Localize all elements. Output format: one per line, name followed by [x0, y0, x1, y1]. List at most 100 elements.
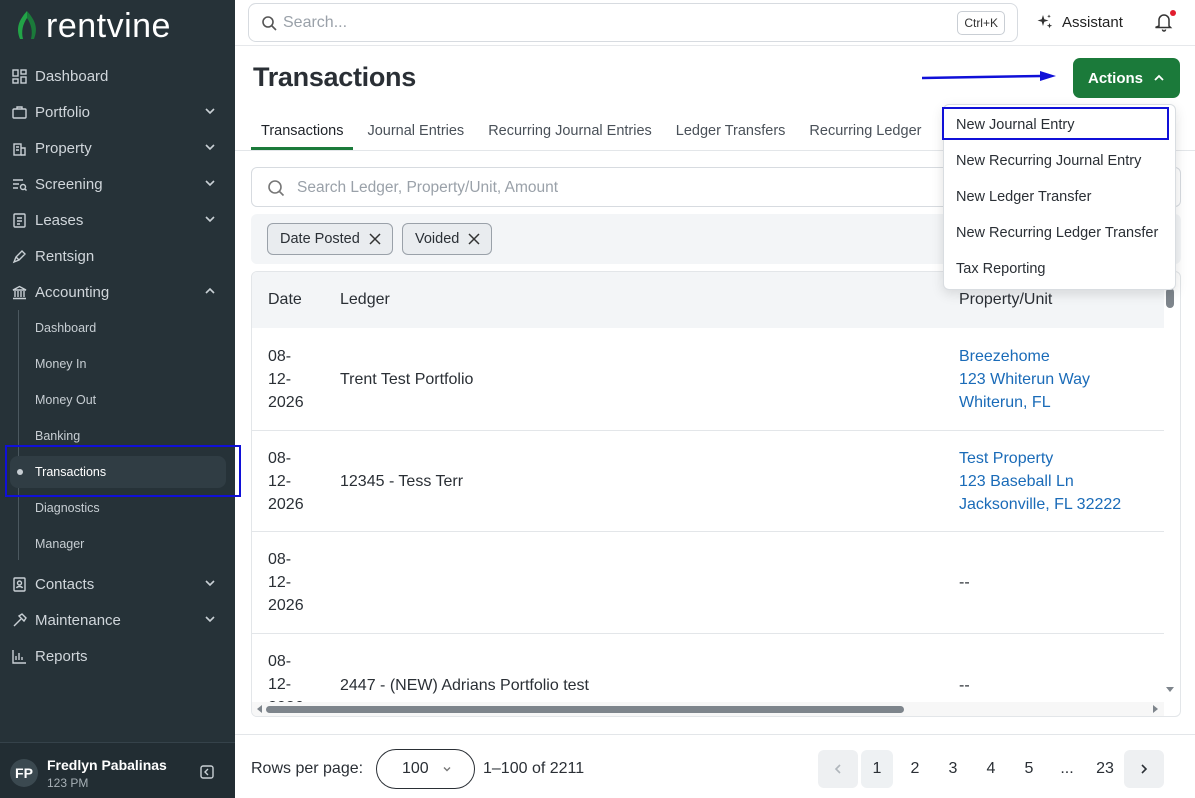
chip-label: Date Posted: [280, 231, 360, 247]
sidebar-item-label: Leases: [35, 211, 84, 229]
sidebar-subitem-money-in[interactable]: Money In: [35, 352, 86, 376]
tab-recurring-ledger[interactable]: Recurring Ledger: [799, 112, 931, 150]
menu-item-new-recurring-ledger-transfer[interactable]: New Recurring Ledger Transfer: [956, 225, 1158, 241]
page-1-button[interactable]: 1: [861, 750, 893, 788]
assistant-button[interactable]: Assistant: [1036, 12, 1123, 32]
transactions-table: Date Ledger Property/Unit 08- 12- 2026 Tre…: [251, 271, 1181, 717]
assistant-label: Assistant: [1062, 13, 1123, 31]
rows-per-page-value: 100: [402, 760, 429, 777]
sidebar-item-contacts[interactable]: Contacts: [0, 568, 235, 600]
search-icon: [268, 180, 285, 197]
sidebar-item-property[interactable]: Property: [0, 132, 235, 164]
contacts-icon: [11, 576, 27, 592]
page-23-button[interactable]: 23: [1089, 750, 1121, 788]
rentvine-logo[interactable]: rentvine: [14, 8, 171, 44]
annotation-arrow-icon: [922, 71, 1056, 81]
close-icon[interactable]: [368, 232, 382, 246]
chevron-down-icon: [443, 767, 451, 772]
cell-property: --: [959, 677, 970, 694]
sidebar-subitem-dashboard[interactable]: Dashboard: [35, 316, 96, 340]
horizontal-scrollbar[interactable]: [266, 706, 904, 713]
tab-journal-entries[interactable]: Journal Entries: [357, 112, 474, 150]
page-4-button[interactable]: 4: [975, 750, 1007, 788]
filter-chip-date-posted[interactable]: Date Posted: [267, 223, 393, 255]
cell-property: --: [959, 574, 970, 591]
user-company: 123 PM: [47, 776, 89, 790]
cell-date: 08-12-2026: [268, 348, 304, 411]
cell-date: 08-12-2026: [268, 551, 304, 614]
menu-item-tax-reporting[interactable]: Tax Reporting: [956, 261, 1045, 277]
sidebar-item-label: Rentsign: [35, 247, 95, 265]
sidebar-item-leases[interactable]: Leases: [0, 204, 235, 236]
menu-item-new-recurring-journal-entry[interactable]: New Recurring Journal Entry: [956, 153, 1141, 169]
sidebar-item-rentsign[interactable]: Rentsign: [0, 240, 235, 272]
sidebar-item-reports[interactable]: Reports: [0, 640, 235, 672]
filter-chip-voided[interactable]: Voided: [402, 223, 493, 255]
sparkle-icon: [1037, 14, 1053, 29]
chevron-up-icon: [1154, 74, 1164, 81]
sidebar-item-accounting[interactable]: Accounting: [0, 276, 235, 308]
sidebar-subitem-money-out[interactable]: Money Out: [35, 388, 96, 412]
page-5-button[interactable]: 5: [1013, 750, 1045, 788]
user-profile[interactable]: FP Fredlyn Pabalinas 123 PM: [0, 742, 235, 798]
sidebar-item-portfolio[interactable]: Portfolio: [0, 96, 235, 128]
dashboard-icon: [11, 68, 27, 84]
chevron-down-icon: [205, 144, 215, 151]
sidebar-item-label: Dashboard: [35, 67, 109, 85]
sidebar-item-dashboard[interactable]: Dashboard: [0, 60, 235, 92]
chart-icon: [11, 648, 27, 664]
menu-item-new-ledger-transfer[interactable]: New Ledger Transfer: [956, 189, 1091, 205]
page-2-button[interactable]: 2: [899, 750, 931, 788]
chevron-down-icon: [205, 580, 215, 587]
actions-button[interactable]: Actions: [1073, 58, 1180, 98]
scroll-left-icon[interactable]: [256, 704, 264, 714]
sidebar-item-label: Screening: [35, 175, 103, 193]
global-search-input[interactable]: Search... Ctrl+K: [248, 3, 1018, 42]
chevron-down-icon: [205, 616, 215, 623]
pagination-ellipsis: ...: [1060, 760, 1074, 777]
column-header-date[interactable]: Date: [268, 291, 302, 309]
cell-property-link[interactable]: Breezehome 123 Whiterun Way Whiterun, FL: [959, 345, 1090, 414]
table-row[interactable]: 08- 12- 2026 12345 - Tess Terr Test Proper…: [252, 431, 1164, 532]
vertical-scrollbar[interactable]: [1166, 288, 1174, 308]
tab-ledger-transfers[interactable]: Ledger Transfers: [666, 112, 796, 150]
rows-per-page-select[interactable]: 100: [376, 749, 475, 789]
scroll-down-icon[interactable]: [1165, 686, 1175, 694]
highlight-box-new-journal-entry: [942, 107, 1169, 140]
chip-label: Voided: [415, 231, 460, 247]
sidebar: rentvine Dashboard Portfolio Property Sc…: [0, 0, 235, 798]
sidebar-subitem-diagnostics[interactable]: Diagnostics: [35, 496, 100, 520]
search-placeholder: Search...: [283, 14, 348, 31]
user-name: Fredlyn Pabalinas: [47, 757, 167, 773]
tab-bar: Transactions Journal Entries Recurring J…: [251, 112, 935, 150]
screening-icon: [11, 176, 27, 192]
close-icon[interactable]: [467, 232, 481, 246]
column-header-ledger[interactable]: Ledger: [340, 291, 390, 309]
sidebar-item-screening[interactable]: Screening: [0, 168, 235, 200]
table-row[interactable]: 08- 12- 2026 Trent Test Portfolio Breezeho…: [252, 328, 1164, 431]
previous-page-button[interactable]: [818, 750, 858, 788]
divider: [235, 45, 1195, 46]
tab-recurring-journal-entries[interactable]: Recurring Journal Entries: [478, 112, 662, 150]
page-3-button[interactable]: 3: [937, 750, 969, 788]
cell-ledger: Trent Test Portfolio: [340, 371, 474, 388]
sidebar-item-label: Accounting: [35, 283, 110, 301]
avatar: FP: [10, 759, 38, 787]
next-page-button[interactable]: [1124, 750, 1164, 788]
sidebar-item-maintenance[interactable]: Maintenance: [0, 604, 235, 636]
cell-property-link[interactable]: Test Property 123 Baseball Ln Jacksonville…: [959, 447, 1121, 516]
document-icon: [11, 212, 27, 228]
highlight-box-sidebar-transactions: [5, 445, 241, 497]
chevron-down-icon: [205, 216, 215, 223]
sidebar-item-label: Reports: [35, 647, 88, 665]
sidebar-item-label: Contacts: [35, 575, 95, 593]
building-icon: [11, 140, 27, 156]
briefcase-icon: [11, 104, 27, 120]
sidebar-subitem-manager[interactable]: Manager: [35, 532, 84, 556]
table-row[interactable]: 08- 12- 2026 --: [252, 532, 1164, 634]
collapse-sidebar-icon[interactable]: [200, 765, 214, 779]
tab-transactions[interactable]: Transactions: [251, 112, 354, 150]
scroll-right-icon[interactable]: [1151, 704, 1159, 714]
column-header-property[interactable]: Property/Unit: [959, 291, 1052, 309]
hammer-icon: [11, 612, 27, 628]
